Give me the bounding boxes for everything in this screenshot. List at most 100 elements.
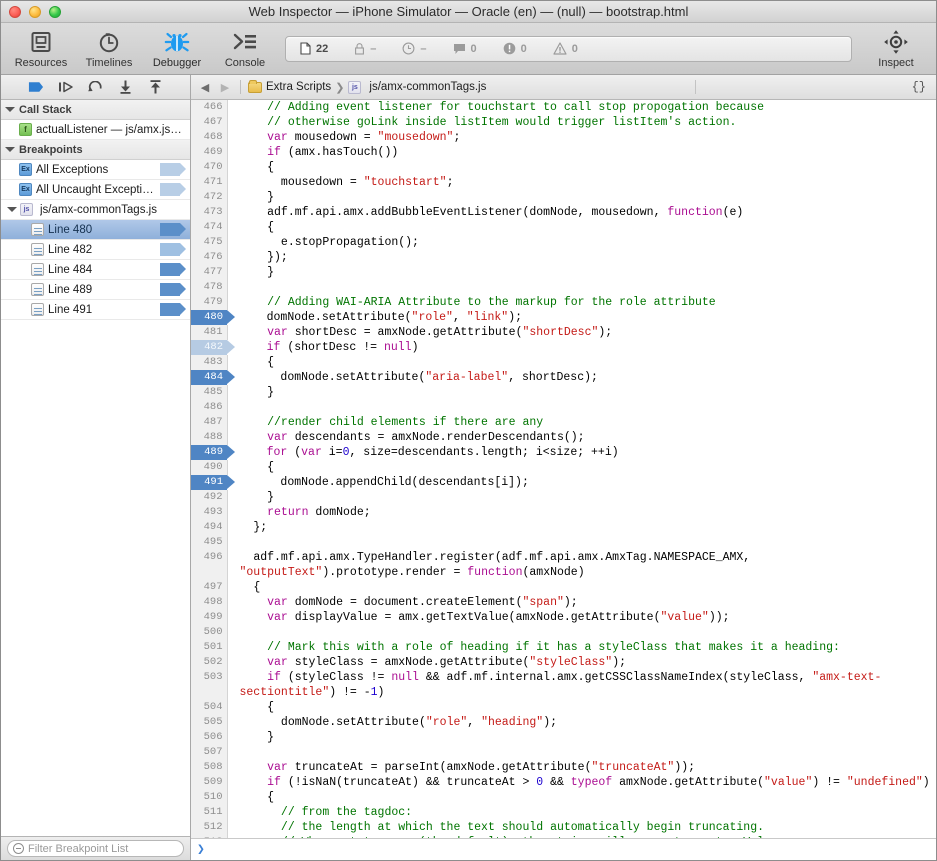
line-number[interactable]: 490 — [191, 460, 227, 475]
code-line-source[interactable]: // Mark this with a role of heading if i… — [227, 640, 936, 655]
code-line-source[interactable]: if (shortDesc != null) — [227, 340, 936, 355]
line-number[interactable]: 478 — [191, 280, 227, 295]
line-number[interactable]: 476 — [191, 250, 227, 265]
line-number[interactable]: 469 — [191, 145, 227, 160]
tab-debugger[interactable]: Debugger — [143, 25, 211, 73]
line-number[interactable]: 479 — [191, 295, 227, 310]
line-number[interactable]: 495 — [191, 535, 227, 550]
call-stack-frame-row[interactable]: f actualListener — js/amx.js… — [1, 120, 190, 140]
line-number[interactable]: 487 — [191, 415, 227, 430]
console-prompt-bar[interactable]: ❯ — [191, 838, 936, 860]
step-out-up-icon[interactable] — [148, 79, 164, 95]
line-number[interactable]: 503 — [191, 670, 227, 700]
step-into-curve-icon[interactable] — [88, 79, 104, 95]
code-line-source[interactable]: var descendants = amxNode.renderDescenda… — [227, 430, 936, 445]
step-over-icon[interactable] — [58, 79, 74, 95]
line-number[interactable]: 502 — [191, 655, 227, 670]
code-line-source[interactable]: } — [227, 385, 936, 400]
code-line-source[interactable]: domNode.setAttribute("role", "heading"); — [227, 715, 936, 730]
tab-console[interactable]: Console — [211, 25, 279, 73]
filter-breakpoint-input[interactable]: Filter Breakpoint List — [7, 840, 184, 857]
code-line-source[interactable]: //render child elements if there are any — [227, 415, 936, 430]
code-line-source[interactable] — [227, 400, 936, 415]
code-line-source[interactable]: // Adding WAI-ARIA Attribute to the mark… — [227, 295, 936, 310]
code-line-source[interactable]: }); — [227, 250, 936, 265]
code-line-source[interactable]: }; — [227, 520, 936, 535]
call-stack-header[interactable]: Call Stack — [1, 100, 190, 120]
code-line-source[interactable]: domNode.appendChild(descendants[i]); — [227, 475, 936, 490]
line-number[interactable]: 481 — [191, 325, 227, 340]
code-line-source[interactable]: adf.mf.api.amx.TypeHandler.register(adf.… — [227, 550, 936, 580]
line-number[interactable]: 511 — [191, 805, 227, 820]
code-line-source[interactable]: domNode.setAttribute("role", "link"); — [227, 310, 936, 325]
minimize-button[interactable] — [29, 6, 41, 18]
tab-timelines[interactable]: Timelines — [75, 25, 143, 73]
code-line-source[interactable]: mousedown = "touchstart"; — [227, 175, 936, 190]
code-line-source[interactable]: if (amx.hasTouch()) — [227, 145, 936, 160]
breakpoint-toggle[interactable] — [160, 303, 186, 316]
line-number[interactable]: 500 — [191, 625, 227, 640]
breakpoint-line-482[interactable]: Line 482 — [1, 240, 190, 260]
code-line-source[interactable]: { — [227, 700, 936, 715]
code-line-source[interactable]: // Adding event listener for touchstart … — [227, 100, 936, 115]
step-in-down-icon[interactable] — [118, 79, 134, 95]
line-number-breakpoint[interactable]: 482 — [191, 340, 227, 355]
line-number[interactable]: 492 — [191, 490, 227, 505]
line-number[interactable]: 501 — [191, 640, 227, 655]
breakpoint-all-uncaught-exceptions[interactable]: Ex All Uncaught Exceptions — [1, 180, 190, 200]
line-number[interactable]: 505 — [191, 715, 227, 730]
line-number[interactable]: 504 — [191, 700, 227, 715]
line-number[interactable]: 474 — [191, 220, 227, 235]
line-number[interactable]: 467 — [191, 115, 227, 130]
line-number[interactable]: 483 — [191, 355, 227, 370]
line-number[interactable]: 507 — [191, 745, 227, 760]
line-number[interactable]: 513 — [191, 835, 227, 838]
line-number[interactable]: 510 — [191, 790, 227, 805]
line-number[interactable]: 468 — [191, 130, 227, 145]
line-number[interactable]: 471 — [191, 175, 227, 190]
line-number[interactable]: 473 — [191, 205, 227, 220]
code-line-source[interactable]: var domNode = document.createElement("sp… — [227, 595, 936, 610]
resume-flag-icon[interactable] — [28, 79, 44, 95]
code-line-source[interactable]: } — [227, 730, 936, 745]
code-line-source[interactable]: var mousedown = "mousedown"; — [227, 130, 936, 145]
zoom-button[interactable] — [49, 6, 61, 18]
breakpoint-toggle[interactable] — [160, 283, 186, 296]
code-line-source[interactable]: for (var i=0, size=descendants.length; i… — [227, 445, 936, 460]
line-number-breakpoint[interactable]: 489 — [191, 445, 227, 460]
code-line-source[interactable]: var displayValue = amx.getTextValue(amxN… — [227, 610, 936, 625]
code-line-source[interactable] — [227, 625, 936, 640]
code-line-source[interactable]: adf.mf.api.amx.addBubbleEventListener(do… — [227, 205, 936, 220]
line-number[interactable]: 497 — [191, 580, 227, 595]
line-number[interactable]: 488 — [191, 430, 227, 445]
line-number[interactable]: 494 — [191, 520, 227, 535]
code-scroll-area[interactable]: 466 // Adding event listener for touchst… — [191, 100, 936, 838]
code-line-source[interactable]: { — [227, 790, 936, 805]
code-line-source[interactable]: if (styleClass != null && adf.mf.interna… — [227, 670, 936, 700]
breakpoint-line-480[interactable]: Line 480 — [1, 220, 190, 240]
line-number[interactable]: 485 — [191, 385, 227, 400]
line-number-breakpoint[interactable]: 484 — [191, 370, 227, 385]
code-line-source[interactable]: // When set to zero (the default), the s… — [227, 835, 936, 838]
code-line-source[interactable]: { — [227, 580, 936, 595]
breakpoints-header[interactable]: Breakpoints — [1, 140, 190, 160]
breakpoint-line-484[interactable]: Line 484 — [1, 260, 190, 280]
code-line-source[interactable]: // otherwise goLink inside listItem woul… — [227, 115, 936, 130]
code-line-source[interactable] — [227, 280, 936, 295]
line-number[interactable]: 486 — [191, 400, 227, 415]
line-number[interactable]: 512 — [191, 820, 227, 835]
code-line-source[interactable]: if (!isNaN(truncateAt) && truncateAt > 0… — [227, 775, 936, 790]
code-line-source[interactable]: { — [227, 460, 936, 475]
breakpoint-toggle[interactable] — [160, 243, 186, 256]
code-line-source[interactable] — [227, 535, 936, 550]
line-number-breakpoint[interactable]: 491 — [191, 475, 227, 490]
breakpoint-toggle[interactable] — [160, 223, 186, 236]
line-number[interactable]: 506 — [191, 730, 227, 745]
breadcrumb-file[interactable]: js js/amx-commonTags.js — [348, 81, 486, 94]
forward-arrow-icon[interactable]: ▶ — [217, 81, 233, 94]
line-number[interactable]: 508 — [191, 760, 227, 775]
code-line-source[interactable]: var truncateAt = parseInt(amxNode.getAtt… — [227, 760, 936, 775]
line-number[interactable]: 493 — [191, 505, 227, 520]
code-line-source[interactable]: } — [227, 490, 936, 505]
code-line-source[interactable]: // the length at which the text should a… — [227, 820, 936, 835]
